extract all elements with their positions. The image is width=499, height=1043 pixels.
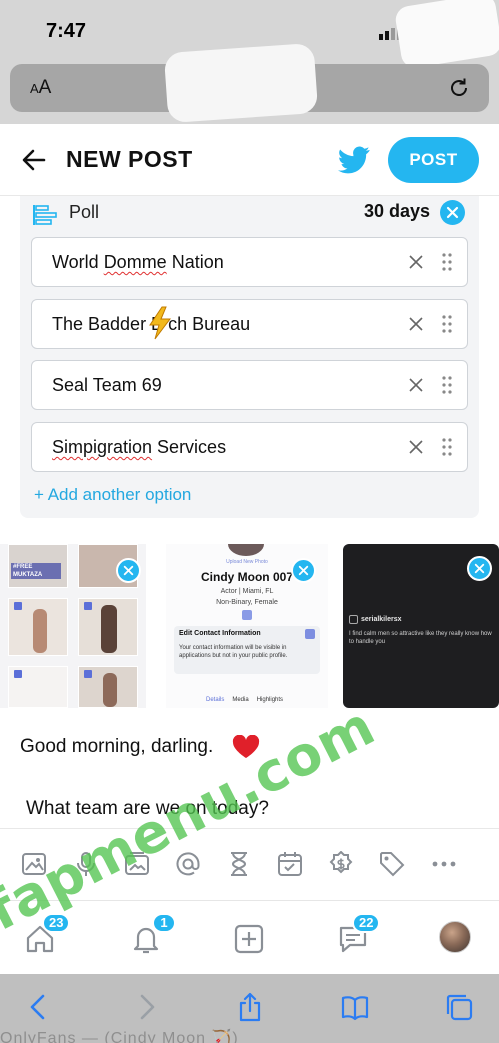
tag-icon[interactable] bbox=[379, 851, 405, 877]
poll-option-text[interactable]: World Domme Nation bbox=[52, 252, 224, 273]
contact-body: Your contact information will be visible… bbox=[179, 645, 288, 659]
drag-handle-icon[interactable] bbox=[441, 252, 453, 272]
app-bottom-nav: 23 1 22 bbox=[0, 900, 499, 974]
media-strip: #FREE MUKTAZA Upload New Photo Cindy Moo… bbox=[0, 544, 499, 710]
safari-top-bar: 7:47 AA bbox=[0, 0, 499, 124]
lightning-bolt-icon bbox=[149, 306, 171, 340]
dm-username: serialkilersx bbox=[361, 616, 402, 623]
price-icon[interactable] bbox=[328, 851, 354, 877]
remove-media-icon[interactable] bbox=[467, 556, 492, 581]
redaction-smudge bbox=[393, 0, 499, 70]
drag-handle-icon[interactable] bbox=[441, 314, 453, 334]
grid-photo bbox=[8, 598, 68, 656]
close-icon[interactable] bbox=[408, 377, 424, 393]
close-icon[interactable] bbox=[408, 316, 424, 332]
tabs-icon[interactable] bbox=[444, 992, 474, 1022]
poll-option-text[interactable]: Simpigration Services bbox=[52, 437, 226, 458]
profile-identity: Non-Binary, Female bbox=[216, 599, 278, 606]
poll-card: Poll 30 days World Domme Nation The Badd… bbox=[20, 196, 479, 518]
tab-highlights: Highlights bbox=[256, 697, 284, 703]
check-icon bbox=[14, 602, 22, 610]
reload-icon[interactable] bbox=[447, 76, 471, 100]
close-icon[interactable] bbox=[408, 254, 424, 270]
check-icon bbox=[14, 670, 22, 678]
poll-option[interactable]: Simpigration Services bbox=[31, 422, 468, 472]
profile-tabs: Details Media Highlights bbox=[206, 697, 291, 703]
post-header: NEW POST POST bbox=[0, 124, 499, 196]
hourglass-icon[interactable] bbox=[226, 851, 252, 877]
post-text-line[interactable]: Good morning, darling. bbox=[20, 736, 213, 758]
grid-photo bbox=[8, 666, 68, 708]
remove-media-icon[interactable] bbox=[116, 558, 141, 583]
edit-icon bbox=[242, 610, 252, 620]
avatar[interactable] bbox=[439, 921, 471, 953]
back-arrow-icon[interactable] bbox=[20, 146, 48, 174]
bookmarks-icon[interactable] bbox=[340, 992, 370, 1022]
forward-icon[interactable] bbox=[131, 992, 161, 1022]
calendar-icon[interactable] bbox=[277, 851, 303, 877]
poll-remove-icon[interactable] bbox=[440, 200, 465, 225]
background-tab-text: OnlyFans — (Cindy Moon 🏹) bbox=[0, 1030, 239, 1043]
poll-icon bbox=[33, 205, 57, 225]
media-thumbnail-message[interactable]: serialkilersx I find calm men so attract… bbox=[343, 544, 499, 708]
status-time: 7:47 bbox=[46, 20, 87, 42]
page-title: NEW POST bbox=[66, 146, 193, 172]
remove-media-icon[interactable] bbox=[291, 558, 316, 583]
add-post-icon[interactable] bbox=[233, 923, 265, 955]
drag-handle-icon[interactable] bbox=[441, 375, 453, 395]
grid-photo: #FREE MUKTAZA bbox=[8, 544, 68, 588]
grid-photo bbox=[78, 666, 138, 708]
dm-message: I find calm men so attractive like they … bbox=[349, 631, 492, 646]
poll-duration[interactable]: 30 days bbox=[364, 201, 430, 222]
more-icon[interactable] bbox=[431, 851, 457, 877]
redaction-smudge bbox=[163, 42, 319, 124]
check-icon bbox=[84, 602, 92, 610]
contact-title: Edit Contact Information bbox=[179, 630, 261, 637]
drag-handle-icon[interactable] bbox=[441, 437, 453, 457]
grid-photo bbox=[78, 598, 138, 656]
poll-option[interactable]: Seal Team 69 bbox=[31, 360, 468, 410]
safari-bottom-bar: OnlyFans — (Cindy Moon 🏹) bbox=[0, 974, 499, 1043]
profile-location: Actor | Miami, FL bbox=[220, 588, 274, 595]
profile-photo bbox=[228, 544, 264, 556]
messages-badge: 22 bbox=[352, 913, 381, 933]
tab-media: Media bbox=[232, 697, 249, 703]
post-button[interactable]: POST bbox=[388, 137, 479, 183]
text-size-button[interactable]: AA bbox=[30, 77, 51, 99]
poll-option-text[interactable]: Seal Team 69 bbox=[52, 375, 162, 396]
media-thumbnail-profile[interactable]: Upload New Photo Cindy Moon 007 Actor | … bbox=[166, 544, 328, 708]
media-thumbnail-grid[interactable]: #FREE MUKTAZA bbox=[0, 544, 146, 708]
close-icon[interactable] bbox=[408, 439, 424, 455]
add-option-link[interactable]: + Add another option bbox=[34, 485, 191, 505]
dm-avatar bbox=[349, 615, 358, 624]
check-icon bbox=[84, 670, 92, 678]
contact-card: Edit Contact Information Your contact in… bbox=[174, 626, 320, 674]
free-sign: #FREE MUKTAZA bbox=[11, 563, 61, 579]
share-icon[interactable] bbox=[235, 992, 265, 1022]
poll-option[interactable]: The Badder B ch Bureau bbox=[31, 299, 468, 349]
back-icon[interactable] bbox=[24, 992, 54, 1022]
twitter-icon[interactable] bbox=[338, 146, 370, 174]
edit-icon bbox=[305, 629, 315, 639]
poll-option[interactable]: World Domme Nation bbox=[31, 237, 468, 287]
tab-details: Details bbox=[206, 697, 225, 703]
notifications-badge: 1 bbox=[152, 913, 176, 933]
poll-label: Poll bbox=[69, 202, 100, 222]
